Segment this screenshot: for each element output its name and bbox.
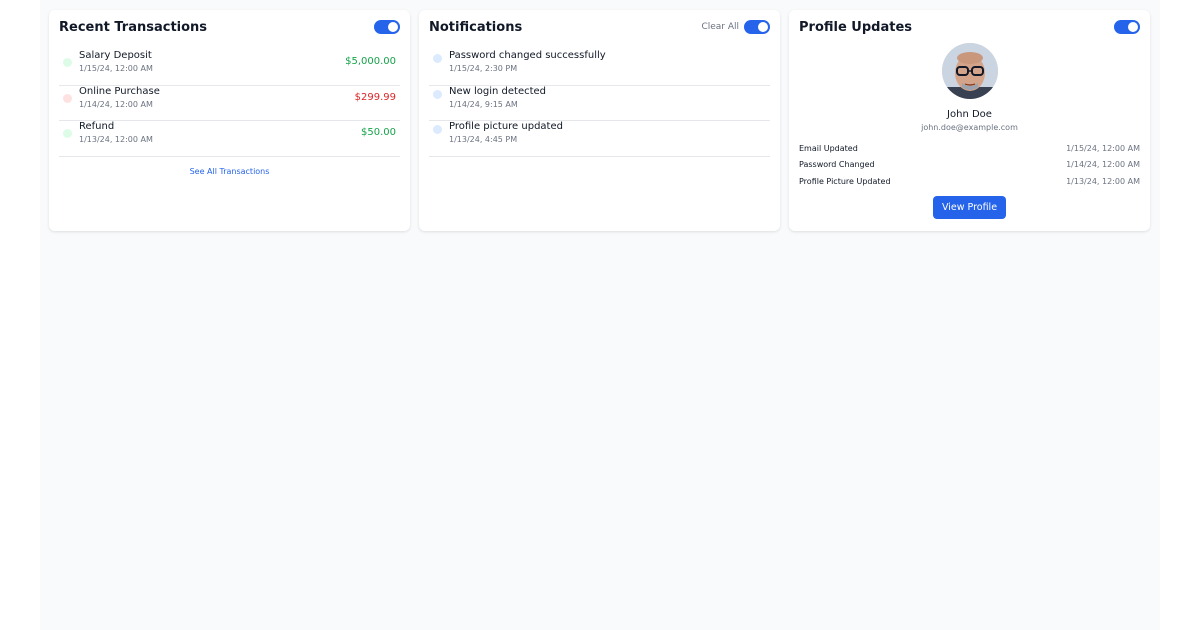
transaction-amount: $50.00: [361, 127, 396, 138]
transaction-title: Online Purchase: [79, 85, 160, 97]
view-profile-button[interactable]: View Profile: [932, 195, 1007, 219]
notification-time: 1/15/24, 2:30 PM: [449, 64, 518, 73]
transaction-row[interactable]: Refund 1/13/24, 12:00 AM $50.00: [59, 121, 400, 157]
update-label: Password Changed: [799, 160, 875, 170]
transactions-title: Recent Transactions: [59, 19, 208, 35]
notification-title: Password changed successfully: [449, 50, 606, 61]
status-dot-icon: [433, 54, 442, 63]
transaction-row[interactable]: Online Purchase 1/14/24, 12:00 AM $299.9…: [59, 86, 400, 121]
transactions-card: Recent Transactions Salary Deposit 1/15/…: [49, 10, 410, 231]
profile-summary: John Doe john.doe@example.com: [799, 43, 1140, 132]
update-row: Profile Picture Updated 1/13/24, 12:00 A…: [799, 173, 1140, 190]
view-profile-wrap: View Profile: [799, 195, 1140, 219]
see-all-transactions-link[interactable]: See All Transactions: [59, 167, 400, 176]
profile-email: john.doe@example.com: [921, 123, 1018, 132]
notifications-actions: Clear All: [701, 20, 770, 34]
transactions-toggle[interactable]: [374, 20, 400, 34]
notification-title: Profile picture updated: [449, 121, 563, 132]
notification-info: New login detected 1/14/24, 9:15 AM: [429, 86, 546, 110]
profile-update-list: Email Updated 1/15/24, 12:00 AM Password…: [799, 140, 1140, 190]
status-dot-icon: [63, 129, 72, 138]
transaction-amount: $5,000.00: [345, 56, 396, 67]
transaction-info: Refund 1/13/24, 12:00 AM: [59, 121, 153, 145]
transaction-info: Salary Deposit 1/15/24, 12:00 AM: [59, 50, 153, 74]
notification-info: Profile picture updated 1/13/24, 4:45 PM: [429, 121, 563, 145]
update-time: 1/13/24, 12:00 AM: [1066, 176, 1140, 186]
notification-title: New login detected: [449, 85, 547, 97]
avatar: [941, 43, 998, 99]
transaction-title: Refund: [79, 121, 115, 132]
notification-time: 1/14/24, 9:15 AM: [449, 99, 518, 109]
avatar-photo: [941, 43, 998, 99]
notification-row[interactable]: Password changed successfully 1/15/24, 2…: [429, 50, 770, 86]
profile-toggle[interactable]: [1114, 20, 1140, 34]
transaction-time: 1/13/24, 12:00 AM: [79, 135, 153, 144]
notification-row[interactable]: New login detected 1/14/24, 9:15 AM: [429, 86, 770, 121]
dashboard-page: Recent Transactions Salary Deposit 1/15/…: [40, 0, 1160, 630]
transaction-time: 1/14/24, 12:00 AM: [79, 99, 153, 109]
notifications-title: Notifications: [429, 19, 523, 35]
notifications-header: Notifications Clear All: [429, 19, 770, 35]
update-row: Email Updated 1/15/24, 12:00 AM: [799, 140, 1140, 157]
toggle-knob-icon: [388, 22, 398, 32]
update-label: Profile Picture Updated: [799, 176, 891, 186]
transaction-amount: $299.99: [354, 91, 396, 103]
status-dot-icon: [433, 89, 442, 99]
notification-info: Password changed successfully 1/15/24, 2…: [429, 50, 606, 74]
transaction-info: Online Purchase 1/14/24, 12:00 AM: [59, 86, 160, 110]
update-time: 1/15/24, 12:00 AM: [1066, 143, 1140, 153]
status-dot-icon: [63, 58, 72, 67]
status-dot-icon: [433, 125, 442, 134]
update-label: Email Updated: [799, 143, 858, 153]
profile-header: Profile Updates: [799, 19, 1140, 35]
toggle-knob-icon: [758, 22, 768, 32]
transaction-row[interactable]: Salary Deposit 1/15/24, 12:00 AM $5,000.…: [59, 50, 400, 86]
transaction-title: Salary Deposit: [79, 50, 152, 61]
toggle-knob-icon: [1128, 22, 1138, 32]
update-row: Password Changed 1/14/24, 12:00 AM: [799, 157, 1140, 174]
notifications-card: Notifications Clear All Password changed…: [419, 10, 780, 231]
notification-time: 1/13/24, 4:45 PM: [449, 135, 518, 144]
notifications-toggle[interactable]: [744, 20, 770, 34]
transaction-time: 1/15/24, 12:00 AM: [79, 64, 153, 73]
update-time: 1/14/24, 12:00 AM: [1066, 160, 1140, 170]
clear-all-button[interactable]: Clear All: [701, 22, 739, 32]
notification-row[interactable]: Profile picture updated 1/13/24, 4:45 PM: [429, 121, 770, 157]
profile-title: Profile Updates: [799, 19, 913, 35]
transactions-header: Recent Transactions: [59, 19, 400, 35]
widget-grid: Recent Transactions Salary Deposit 1/15/…: [49, 10, 1150, 231]
profile-card: Profile Updates John Doe john.doe@exampl…: [789, 10, 1150, 231]
profile-name: John Doe: [947, 109, 992, 120]
status-dot-icon: [63, 93, 72, 103]
